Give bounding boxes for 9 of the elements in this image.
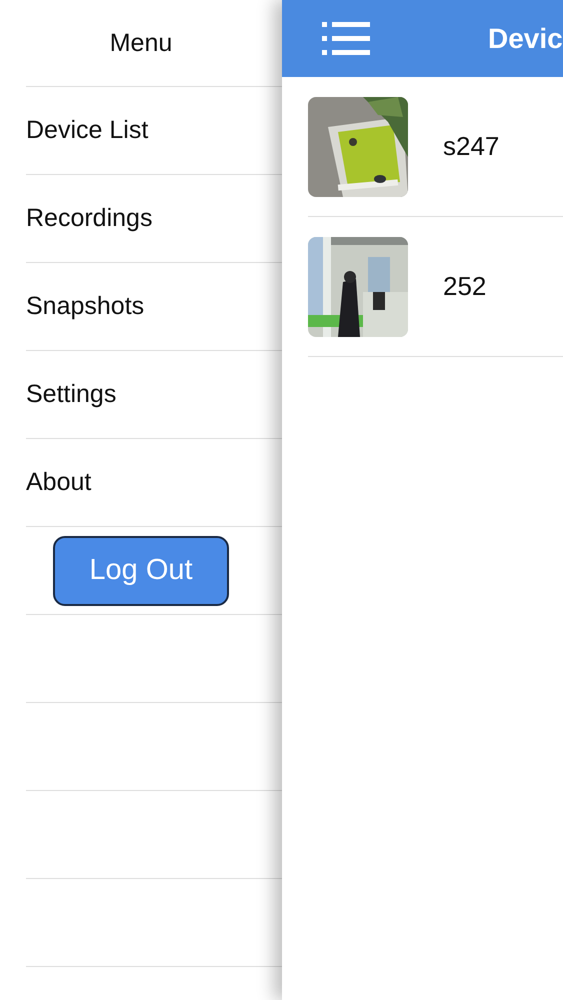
- menu-item[interactable]: Device List: [26, 116, 148, 145]
- header-title: Devic: [488, 22, 563, 54]
- device-name[interactable]: 252: [443, 271, 486, 302]
- menu-item[interactable]: Settings: [26, 380, 116, 409]
- menu-icon[interactable]: [322, 20, 370, 56]
- menu-item[interactable]: Recordings: [26, 204, 152, 233]
- menu-item[interactable]: About: [26, 468, 92, 497]
- menu-item[interactable]: Snapshots: [26, 292, 144, 321]
- device-name[interactable]: s247: [443, 131, 500, 162]
